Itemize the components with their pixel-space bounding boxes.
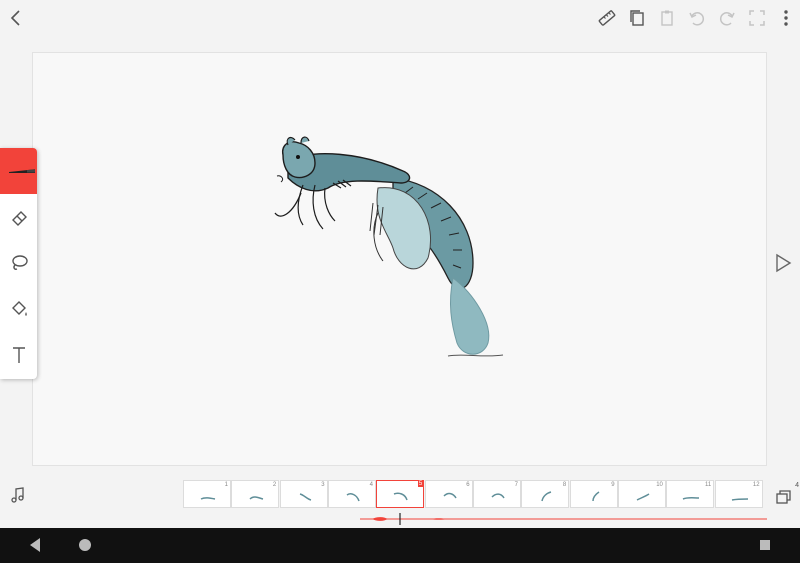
redo-icon	[719, 12, 735, 26]
squirrel-drawing	[274, 136, 504, 357]
frame-thumbnail[interactable]: 7	[472, 480, 521, 508]
frame-preview	[443, 492, 457, 499]
frame-preview	[731, 498, 748, 501]
frame-preview	[591, 491, 600, 502]
frame-preview	[683, 497, 700, 500]
frame-number: 5	[417, 481, 424, 487]
frame-thumbnail[interactable]: 2	[231, 480, 280, 508]
frame-number: 1	[224, 482, 228, 488]
undo-icon	[689, 12, 705, 26]
drawing-canvas[interactable]	[32, 52, 767, 466]
frame-thumbnail[interactable]: 8	[521, 480, 570, 508]
frame-number: 6	[466, 482, 470, 488]
layers-icon	[776, 490, 791, 504]
fullscreen-button[interactable]	[745, 6, 769, 30]
more-options-button[interactable]	[774, 6, 798, 30]
nav-home-button[interactable]	[73, 533, 97, 557]
frame-number: 10	[656, 482, 663, 488]
audio-track[interactable]	[360, 512, 767, 525]
brush-icon	[8, 169, 35, 173]
paste-button[interactable]	[655, 6, 679, 30]
layers-button[interactable]: 4	[773, 482, 799, 508]
frame-thumbnail[interactable]: 3	[279, 480, 328, 508]
system-navigation-bar	[0, 528, 800, 563]
frame-number: 4	[369, 482, 373, 488]
frame-preview	[491, 493, 505, 499]
copy-button[interactable]	[625, 6, 649, 30]
lasso-tool[interactable]	[0, 240, 37, 286]
text-icon	[12, 347, 25, 363]
frame-preview	[541, 491, 552, 502]
eraser-tool[interactable]	[0, 194, 37, 240]
eraser-icon	[11, 211, 27, 226]
frame-preview	[200, 497, 216, 500]
ruler-icon	[598, 10, 616, 26]
copy-icon	[630, 10, 644, 26]
nav-back-button[interactable]	[23, 533, 47, 557]
nav-recents-button[interactable]	[753, 533, 777, 557]
play-icon	[776, 253, 792, 273]
clipboard-icon	[661, 10, 673, 26]
circle-home-icon	[79, 539, 91, 551]
frame-thumbnail-current[interactable]: 5	[376, 480, 425, 508]
chevron-left-icon	[10, 10, 20, 26]
frame-number: 8	[562, 482, 567, 488]
audio-button[interactable]	[6, 483, 30, 507]
frame-thumbnail[interactable]: 9	[569, 480, 618, 508]
paint-bucket-icon	[11, 301, 27, 316]
frame-thumbnail[interactable]: 1	[183, 480, 231, 508]
music-note-icon	[11, 487, 24, 503]
tool-panel	[0, 148, 37, 379]
frame-preview	[249, 496, 264, 500]
fill-tool[interactable]	[0, 286, 37, 332]
frame-timeline: 1 2 3 4 5 6 7 8 9 10 11 12	[183, 480, 763, 508]
frame-thumbnail[interactable]: 4	[327, 480, 376, 508]
frame-preview	[394, 492, 409, 501]
frame-number: 11	[704, 482, 712, 488]
frame-thumbnail[interactable]: 12	[714, 480, 763, 508]
frame-number: 12	[752, 482, 760, 488]
layers-count: 4	[795, 482, 799, 489]
brush-tool[interactable]	[0, 148, 37, 194]
back-button[interactable]	[4, 6, 28, 30]
frame-thumbnail[interactable]: 10	[617, 480, 666, 508]
triangle-back-icon	[30, 538, 40, 552]
frame-number: 7	[514, 482, 518, 488]
frame-thumbnail[interactable]: 6	[424, 480, 473, 508]
lasso-icon	[11, 255, 28, 270]
redo-button[interactable]	[715, 6, 739, 30]
frame-number: 9	[611, 482, 615, 488]
square-recents-icon	[760, 540, 770, 550]
frame-thumbnail[interactable]: 11	[666, 480, 715, 508]
fullscreen-icon	[749, 10, 765, 26]
more-vertical-icon	[784, 10, 788, 26]
frame-number: 2	[272, 482, 277, 488]
frame-preview	[636, 493, 650, 501]
frame-number: 3	[321, 482, 325, 488]
top-toolbar	[0, 0, 800, 40]
audio-waveform	[360, 513, 767, 525]
animation-editor: 1 2 3 4 5 6 7 8 9 10 11 12 4	[0, 0, 800, 528]
undo-button[interactable]	[685, 6, 709, 30]
text-tool[interactable]	[0, 332, 37, 378]
play-button[interactable]	[772, 252, 794, 274]
frame-preview	[299, 493, 311, 501]
ruler-button[interactable]	[595, 6, 619, 30]
frame-preview	[346, 493, 360, 502]
